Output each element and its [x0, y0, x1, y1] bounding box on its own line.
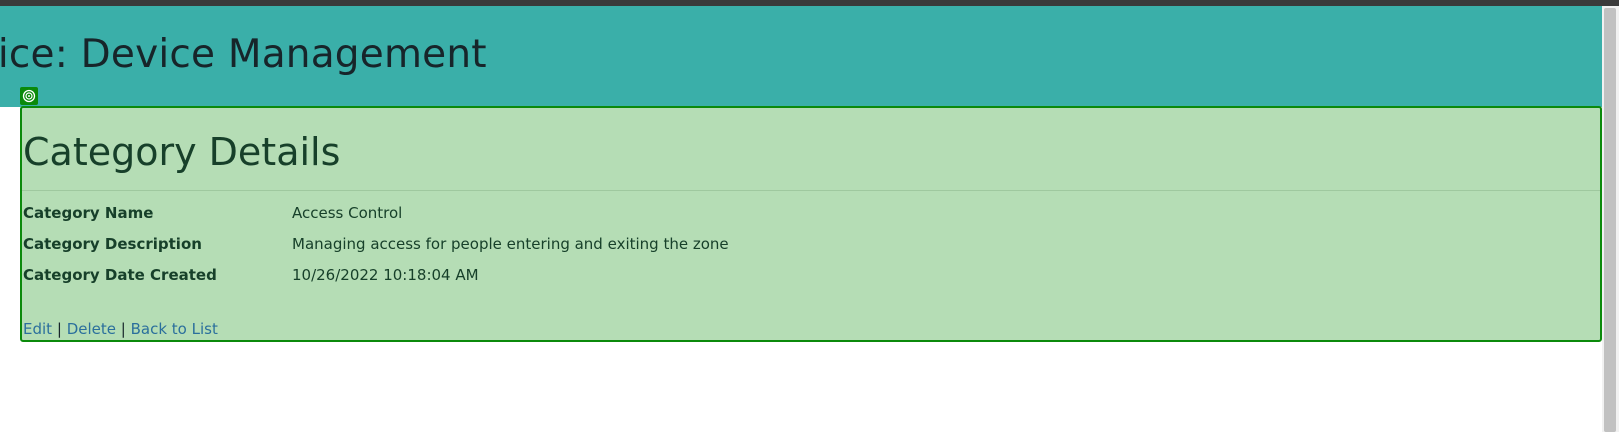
target-icon[interactable]	[20, 87, 38, 105]
detail-label: Category Date Created	[23, 266, 217, 284]
detail-label: Category Name	[23, 204, 154, 222]
category-details-panel: Category Details Category Name Access Co…	[20, 106, 1602, 342]
link-separator: |	[56, 320, 62, 338]
divider	[22, 190, 1600, 191]
back-to-list-link[interactable]: Back to List	[131, 320, 218, 338]
vertical-scrollbar[interactable]	[1602, 6, 1619, 432]
page-title: Category Details	[23, 130, 341, 174]
detail-value: Access Control	[292, 204, 403, 222]
link-separator: |	[120, 320, 126, 338]
site-header: ffice: Device Management	[0, 6, 1602, 107]
delete-link[interactable]: Delete	[67, 320, 116, 338]
site-title: ffice: Device Management	[0, 32, 487, 77]
action-links: Edit | Delete | Back to List	[23, 320, 218, 338]
edit-link[interactable]: Edit	[23, 320, 52, 338]
detail-value: 10/26/2022 10:18:04 AM	[292, 266, 479, 284]
detail-label: Category Description	[23, 235, 202, 253]
detail-value: Managing access for people entering and …	[292, 235, 729, 253]
scrollbar-thumb[interactable]	[1604, 8, 1616, 432]
